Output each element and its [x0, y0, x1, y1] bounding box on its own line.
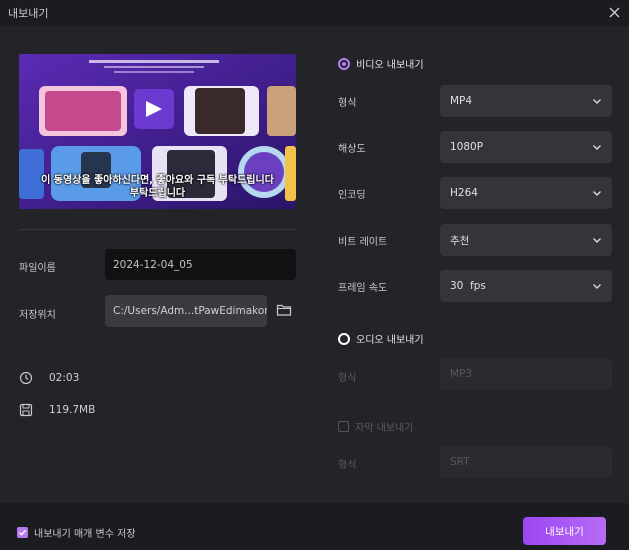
dialog-footer: 내보내기 매개 변수 저장 내보내기	[0, 503, 629, 550]
video-export-label: 비디오 내보내기	[356, 60, 424, 71]
save-params-checkbox[interactable]	[17, 527, 28, 538]
encoding-label: 인코딩	[338, 190, 366, 201]
resolution-select[interactable]: 1080P	[440, 131, 612, 163]
close-icon	[609, 7, 619, 17]
title-bar: 내보내기	[0, 0, 629, 26]
subtitle-export-checkbox[interactable]	[338, 421, 349, 432]
chevron-down-icon	[593, 191, 601, 196]
window-title: 내보내기	[8, 7, 49, 20]
resolution-value: 1080P	[450, 141, 484, 153]
format-label: 형식	[338, 98, 357, 109]
save-location-label: 저장위치	[19, 310, 56, 321]
subtitle-export-label: 자막 내보내기	[355, 423, 414, 434]
subtitle-format-select: SRT	[440, 446, 612, 478]
encoding-select[interactable]: H264	[440, 177, 612, 209]
frame-rate-value: 30 fps	[450, 280, 486, 292]
bitrate-value: 추천	[450, 234, 470, 247]
chevron-down-icon	[593, 145, 601, 150]
file-name-input[interactable]: 2024-12-04_05	[105, 249, 296, 280]
duration-value: 02:03	[49, 372, 80, 384]
frame-rate-select[interactable]: 30 fps	[440, 270, 612, 302]
folder-icon	[276, 304, 292, 316]
save-params-checkbox-row[interactable]: 내보내기 매개 변수 저장	[17, 525, 136, 540]
video-export-radio[interactable]: 비디오 내보내기	[338, 56, 424, 71]
resolution-label: 해상도	[338, 144, 366, 155]
close-button[interactable]	[605, 3, 623, 21]
chevron-down-icon	[593, 284, 601, 289]
encoding-value: H264	[450, 187, 478, 199]
bitrate-label: 비트 레이트	[338, 237, 388, 248]
checkmark-icon	[19, 529, 27, 536]
frame-rate-label: 프레임 속도	[338, 283, 388, 294]
file-name-label: 파일이름	[19, 263, 56, 274]
file-size-value: 119.7MB	[49, 404, 96, 416]
file-size-row: 119.7MB	[19, 403, 95, 417]
export-button[interactable]: 내보내기	[523, 517, 606, 545]
format-value: MP4	[450, 95, 473, 107]
duration-row: 02:03	[19, 371, 79, 385]
chevron-down-icon	[593, 238, 601, 243]
browse-folder-button[interactable]	[276, 302, 294, 320]
left-divider	[19, 229, 296, 230]
audio-export-radio[interactable]: 오디오 내보내기	[338, 331, 424, 346]
subtitle-format-value: SRT	[450, 456, 470, 468]
preview-caption-line2: 부탁드립니다	[129, 188, 186, 199]
audio-format-select: MP3	[440, 358, 612, 390]
audio-export-label: 오디오 내보내기	[356, 335, 424, 346]
subtitle-export-checkbox-row[interactable]: 자막 내보내기	[338, 419, 413, 434]
bitrate-select[interactable]: 추천	[440, 224, 612, 256]
video-preview-thumbnail: 이 동영상을 좋아하신다면, 좋아요와 구독 부탁드립니다 부탁드립니다	[19, 54, 296, 209]
save-params-label: 내보내기 매개 변수 저장	[34, 529, 136, 540]
format-select[interactable]: MP4	[440, 85, 612, 117]
save-location-path[interactable]: C:/Users/Adm...tPawEdimakor	[105, 295, 267, 327]
audio-export-radio-indicator[interactable]	[338, 332, 350, 345]
clock-icon	[19, 371, 33, 385]
save-disk-icon	[19, 403, 33, 417]
video-export-radio-indicator[interactable]	[338, 57, 350, 70]
audio-format-label: 형식	[338, 373, 357, 384]
audio-format-value: MP3	[450, 368, 473, 380]
preview-caption-line1: 이 동영상을 좋아하신다면, 좋아요와 구독 부탁드립니다	[41, 175, 274, 186]
preview-caption: 이 동영상을 좋아하신다면, 좋아요와 구독 부탁드립니다 부탁드립니다	[19, 174, 296, 200]
subtitle-format-label: 형식	[338, 460, 357, 471]
chevron-down-icon	[593, 99, 601, 104]
